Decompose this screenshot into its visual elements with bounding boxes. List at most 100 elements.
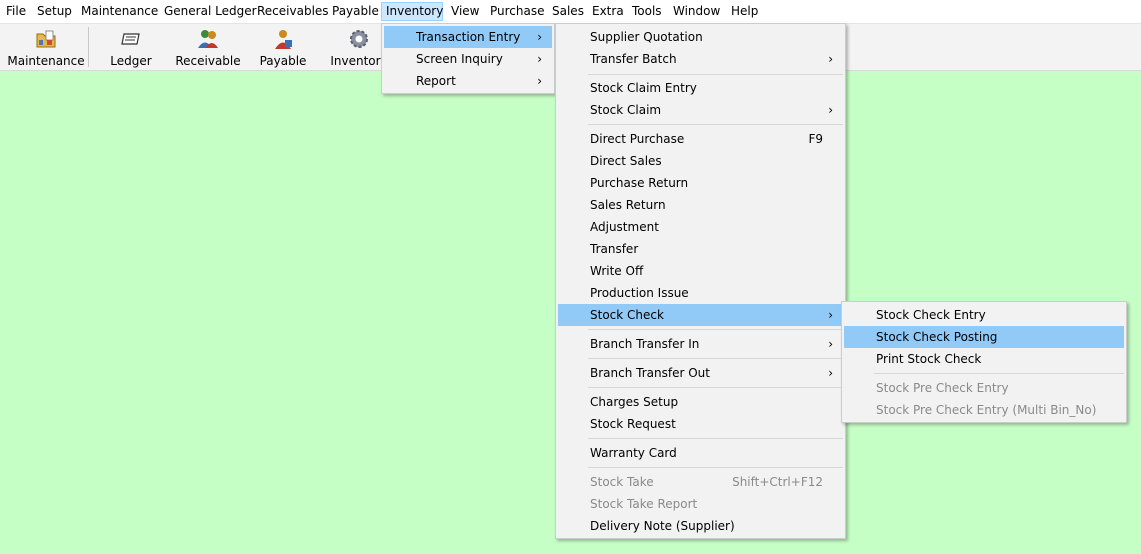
menu-item-label: Stock Request (590, 417, 676, 431)
menu-maintenance[interactable]: Maintenance (77, 2, 162, 21)
chevron-right-icon: › (828, 308, 833, 322)
menu-item-label: Supplier Quotation (590, 30, 703, 44)
chevron-right-icon: › (537, 30, 542, 44)
chevron-right-icon: › (828, 103, 833, 117)
menu-item-stock-take[interactable]: Stock Take Shift+Ctrl+F12 (558, 471, 843, 493)
menu-item-charges-setup[interactable]: Charges Setup (558, 391, 843, 413)
menu-item-stock-check-posting[interactable]: Stock Check Posting (844, 326, 1124, 348)
chevron-right-icon: › (828, 337, 833, 351)
menu-item-label: Warranty Card (590, 446, 677, 460)
toolbar-receivable-button[interactable]: Receivable (172, 24, 244, 70)
menu-item-report[interactable]: Report › (384, 70, 552, 92)
menu-item-warranty-card[interactable]: Warranty Card (558, 442, 843, 464)
menu-item-label: Delivery Note (Supplier) (590, 519, 735, 533)
menu-item-label: Transaction Entry (416, 30, 521, 44)
menu-receivables[interactable]: Receivables (253, 2, 333, 21)
payable-person-icon (275, 30, 292, 49)
menu-item-label: Transfer (590, 242, 639, 256)
menu-item-stock-check[interactable]: Stock Check › (558, 304, 843, 326)
menu-item-print-stock-check[interactable]: Print Stock Check (844, 348, 1124, 370)
menu-item-direct-purchase[interactable]: Direct Purchase F9 (558, 128, 843, 150)
gear-icon (350, 30, 368, 48)
menu-item-label: Charges Setup (590, 395, 679, 409)
folder-icon (36, 30, 56, 48)
menu-item-branch-transfer-in[interactable]: Branch Transfer In › (558, 333, 843, 355)
menu-item-transaction-entry[interactable]: Transaction Entry › (384, 26, 552, 48)
toolbar-payable-button[interactable]: Payable (252, 24, 314, 70)
menu-item-stock-pre-check-entry-multi-bin[interactable]: Stock Pre Check Entry (Multi Bin_No) (844, 399, 1124, 421)
toolbar-separator (88, 27, 89, 67)
menu-item-label: Direct Sales (590, 154, 662, 168)
menu-separator (588, 74, 843, 75)
menu-item-label: Purchase Return (590, 176, 689, 190)
menu-item-purchase-return[interactable]: Purchase Return (558, 172, 843, 194)
menu-item-label: Stock Claim Entry (590, 81, 697, 95)
toolbar-ledger-button[interactable]: Ledger (100, 24, 162, 70)
menu-item-label: Stock Check (590, 308, 664, 322)
menu-purchase[interactable]: Purchase (486, 2, 549, 21)
menu-item-stock-take-report[interactable]: Stock Take Report (558, 493, 843, 515)
menu-window[interactable]: Window (669, 2, 724, 21)
toolbar-maintenance-button[interactable]: Maintenance (6, 24, 86, 70)
menu-item-label: Write Off (590, 264, 644, 278)
menu-item-label: Sales Return (590, 198, 666, 212)
menu-item-stock-claim[interactable]: Stock Claim › (558, 99, 843, 121)
menu-separator (588, 358, 843, 359)
ledger-icon (121, 33, 140, 45)
menu-separator (588, 467, 843, 468)
chevron-right-icon: › (537, 74, 542, 88)
receivable-people-icon (198, 30, 218, 48)
menu-extra[interactable]: Extra (588, 2, 628, 21)
menu-item-stock-claim-entry[interactable]: Stock Claim Entry (558, 77, 843, 99)
menu-item-supplier-quotation[interactable]: Supplier Quotation (558, 26, 843, 48)
menu-item-label: Report (416, 74, 456, 88)
menu-inventory[interactable]: Inventory (381, 2, 443, 21)
menu-item-label: Stock Take (590, 475, 654, 489)
menu-item-production-issue[interactable]: Production Issue (558, 282, 843, 304)
menu-item-stock-request[interactable]: Stock Request (558, 413, 843, 435)
menu-item-label: Print Stock Check (876, 352, 982, 366)
chevron-right-icon: › (828, 52, 833, 66)
menu-view[interactable]: View (447, 2, 483, 21)
toolbar-label: Ledger (110, 54, 152, 68)
menu-separator (588, 329, 843, 330)
menu-tools[interactable]: Tools (628, 2, 666, 21)
menu-item-stock-check-entry[interactable]: Stock Check Entry (844, 304, 1124, 326)
menu-item-stock-pre-check-entry[interactable]: Stock Pre Check Entry (844, 377, 1124, 399)
menu-general-ledger[interactable]: General Ledger (160, 2, 261, 21)
menu-help[interactable]: Help (727, 2, 762, 21)
menu-item-transfer-batch[interactable]: Transfer Batch › (558, 48, 843, 70)
menu-item-label: Direct Purchase (590, 132, 685, 146)
inventory-menu: Transaction Entry › Screen Inquiry › Rep… (381, 23, 555, 94)
chevron-right-icon: › (828, 366, 833, 380)
menu-item-branch-transfer-out[interactable]: Branch Transfer Out › (558, 362, 843, 384)
menu-item-label: Stock Check Posting (876, 330, 998, 344)
menu-item-label: Stock Pre Check Entry (876, 381, 1009, 395)
menu-file[interactable]: File (2, 2, 30, 21)
toolbar-label: Receivable (175, 54, 241, 68)
menu-item-adjustment[interactable]: Adjustment (558, 216, 843, 238)
menu-sales[interactable]: Sales (548, 2, 588, 21)
menu-item-screen-inquiry[interactable]: Screen Inquiry › (384, 48, 552, 70)
menu-separator (588, 387, 843, 388)
toolbar-label: Payable (259, 54, 307, 68)
menu-item-write-off[interactable]: Write Off (558, 260, 843, 282)
menu-item-sales-return[interactable]: Sales Return (558, 194, 843, 216)
menu-separator (874, 373, 1124, 374)
menu-item-label: Branch Transfer In (590, 337, 700, 351)
stock-check-menu: Stock Check Entry Stock Check Posting Pr… (841, 301, 1127, 423)
menu-item-label: Transfer Batch (590, 52, 677, 66)
menu-item-direct-sales[interactable]: Direct Sales (558, 150, 843, 172)
menu-item-delivery-note-supplier[interactable]: Delivery Note (Supplier) (558, 515, 843, 537)
menu-item-label: Stock Take Report (590, 497, 698, 511)
shortcut-label: F9 (808, 132, 823, 146)
menu-separator (588, 438, 843, 439)
menu-item-label: Stock Check Entry (876, 308, 986, 322)
menu-bar: File Setup Maintenance General Ledger Re… (0, 0, 1141, 24)
menu-item-transfer[interactable]: Transfer (558, 238, 843, 260)
menu-setup[interactable]: Setup (33, 2, 76, 21)
menu-item-label: Production Issue (590, 286, 689, 300)
shortcut-label: Shift+Ctrl+F12 (732, 475, 823, 489)
chevron-right-icon: › (537, 52, 542, 66)
menu-payable[interactable]: Payable (328, 2, 383, 21)
